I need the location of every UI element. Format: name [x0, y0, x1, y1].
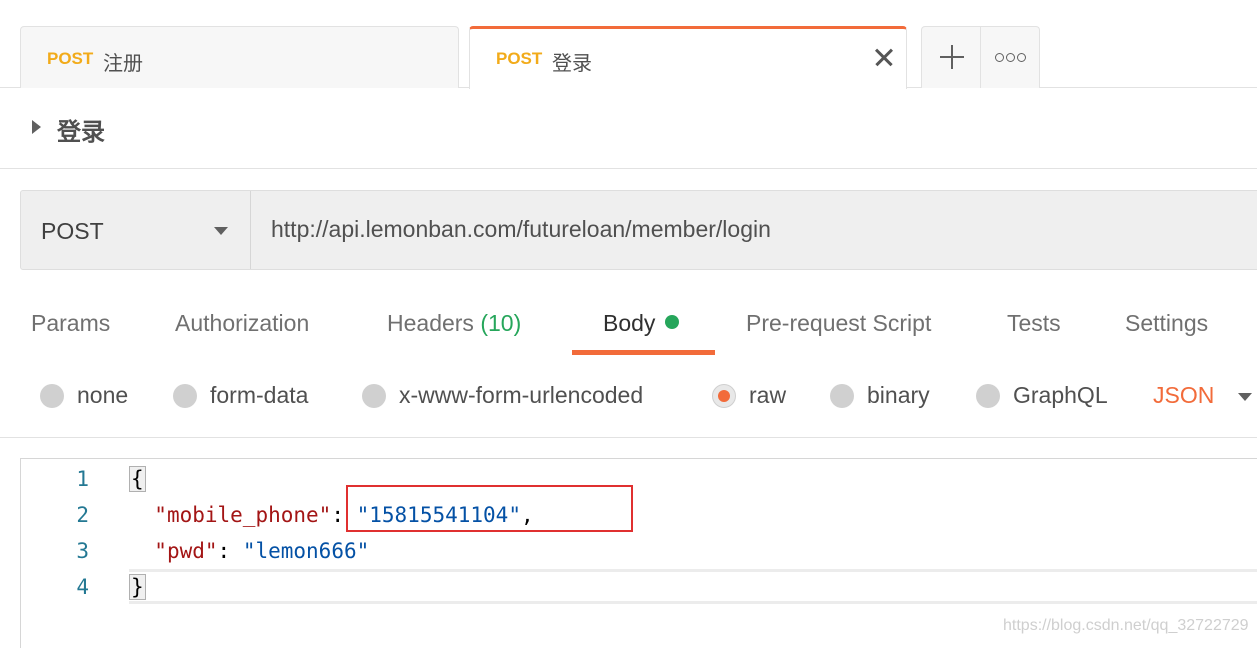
radio-button-icon — [40, 384, 64, 408]
tab-method-label: POST — [496, 49, 543, 68]
line-number: 3 — [76, 539, 89, 563]
code-line: 2 "mobile_phone": "15815541104", — [21, 497, 1257, 533]
tab-headers[interactable]: Headers (10) — [387, 310, 521, 337]
tab-tests[interactable]: Tests — [1007, 310, 1061, 337]
tab-params[interactable]: Params — [31, 310, 110, 337]
code-text: "pwd": "lemon666" — [129, 539, 369, 563]
brace-open: { — [129, 466, 146, 492]
radio-button-icon — [362, 384, 386, 408]
radio-selected-icon — [712, 384, 736, 408]
radio-button-icon — [830, 384, 854, 408]
json-separator: : — [217, 539, 243, 563]
chevron-down-icon — [214, 227, 228, 235]
tab-title: 登录 — [552, 51, 592, 75]
close-icon[interactable] — [872, 45, 896, 69]
line-divider — [129, 601, 1257, 604]
body-format-select[interactable]: JSON — [1153, 382, 1214, 409]
active-tab-underline — [572, 350, 715, 355]
more-options-icon — [995, 53, 1027, 63]
method-select-value: POST — [41, 218, 104, 244]
method-select[interactable]: POST — [21, 191, 251, 269]
radio-label: raw — [749, 382, 787, 408]
tab-authorization[interactable]: Authorization — [175, 310, 309, 337]
url-bar: POST http://api.lemonban.com/futureloan/… — [20, 190, 1257, 270]
json-separator: : — [331, 503, 357, 527]
tab-options-button[interactable] — [980, 26, 1040, 88]
radio-label: binary — [867, 382, 930, 408]
radio-button-icon — [976, 384, 1000, 408]
body-indicator-dot-icon — [665, 315, 680, 329]
tab-register[interactable]: POST 注册 — [20, 26, 459, 88]
body-type-selector: none form-data x-www-form-urlencoded raw… — [0, 360, 1257, 438]
code-line: 3 "pwd": "lemon666" — [21, 533, 1257, 569]
request-tabs: Params Authorization Headers (10) Body P… — [0, 300, 1257, 360]
line-number: 1 — [76, 467, 89, 491]
code-text: { — [129, 466, 146, 492]
request-tab-strip: POST 注册 POST 登录 — [0, 0, 1257, 89]
code-line: 1 { — [21, 461, 1257, 497]
headers-count-badge: (10) — [480, 310, 522, 336]
tab-body[interactable]: Body — [603, 310, 680, 337]
tab-method-label: POST — [47, 49, 94, 68]
radio-label: GraphQL — [1013, 382, 1108, 408]
chevron-down-icon[interactable] — [1238, 393, 1252, 401]
tab-settings[interactable]: Settings — [1125, 310, 1208, 337]
radio-button-icon — [173, 384, 197, 408]
tab-title: 注册 — [103, 51, 143, 75]
plus-icon — [940, 45, 964, 69]
new-tab-button[interactable] — [921, 26, 981, 88]
tab-login[interactable]: POST 登录 — [469, 26, 907, 89]
request-name[interactable]: 登录 — [57, 112, 105, 147]
radio-label: none — [77, 382, 129, 408]
url-input[interactable]: http://api.lemonban.com/futureloan/membe… — [271, 216, 771, 243]
brace-close: } — [129, 574, 146, 600]
watermark: https://blog.csdn.net/qq_32722729 — [1003, 617, 1249, 634]
json-value: "15815541104" — [356, 503, 521, 527]
code-text: } — [129, 574, 146, 600]
line-number: 2 — [76, 503, 89, 527]
json-key: "mobile_phone" — [154, 503, 332, 527]
radio-label: x-www-form-urlencoded — [399, 382, 644, 408]
code-text: "mobile_phone": "15815541104", — [129, 503, 534, 527]
json-key: "pwd" — [154, 539, 218, 563]
json-value: "lemon666" — [242, 539, 370, 563]
line-number: 4 — [76, 575, 89, 599]
tab-body-label: Body — [603, 310, 656, 336]
tab-prerequest-script[interactable]: Pre-request Script — [746, 310, 931, 337]
tab-headers-label: Headers — [387, 310, 474, 336]
expand-caret-icon[interactable] — [32, 120, 41, 134]
radio-label: form-data — [210, 382, 309, 408]
json-comma: , — [520, 503, 534, 527]
request-name-bar: 登录 — [0, 88, 1257, 169]
code-line: 4 } — [21, 569, 1257, 605]
